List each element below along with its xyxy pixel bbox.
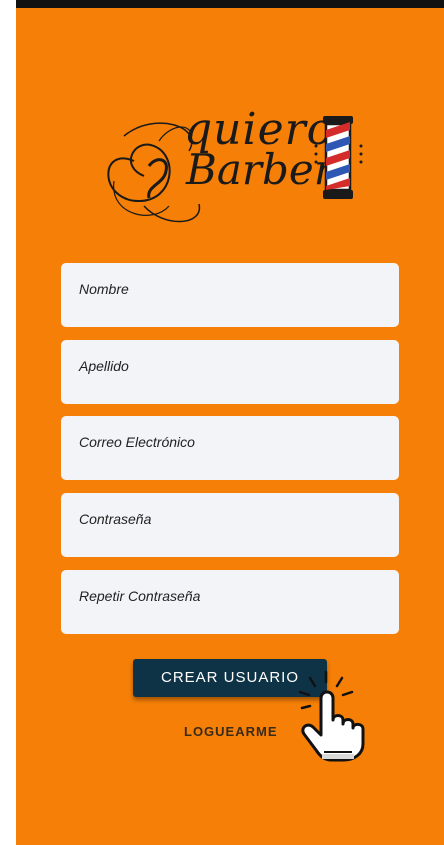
- pointing-hand-cursor-icon: [298, 670, 365, 762]
- brand-logo: quiero Barber: [94, 106, 370, 232]
- password-label: Contraseña: [79, 511, 152, 527]
- repeat-password-field[interactable]: Repetir Contraseña: [61, 570, 399, 634]
- apellido-field[interactable]: Apellido: [61, 340, 399, 404]
- apellido-label: Apellido: [79, 358, 129, 374]
- status-bar: [16, 0, 444, 8]
- repeat-password-label: Repetir Contraseña: [79, 588, 201, 604]
- barber-pole-icon: [314, 116, 363, 199]
- email-field[interactable]: Correo Electrónico: [61, 416, 399, 480]
- nombre-label: Nombre: [79, 281, 129, 297]
- email-label: Correo Electrónico: [79, 434, 195, 450]
- login-link[interactable]: LOGUEARME: [184, 724, 284, 739]
- password-field[interactable]: Contraseña: [61, 493, 399, 557]
- nombre-field[interactable]: Nombre: [61, 263, 399, 327]
- app-screen: quiero Barber Nombre Apellido Correo Ele…: [16, 0, 444, 845]
